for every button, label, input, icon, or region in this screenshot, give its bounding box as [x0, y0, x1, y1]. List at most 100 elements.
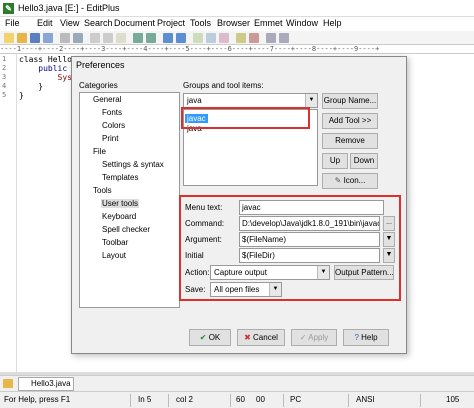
up-button[interactable]: Up	[322, 153, 348, 169]
argument-menu-button[interactable]: ▼	[383, 232, 395, 247]
preferences-dialog: Preferences Categories General Fonts Col…	[71, 56, 407, 354]
toolbar	[0, 31, 474, 45]
categories-tree[interactable]: General Fonts Colors Print File Settings…	[79, 92, 180, 308]
check-icon: ✔	[199, 333, 209, 342]
undo-icon[interactable]	[163, 33, 173, 43]
chevron-down-icon: ▼	[305, 94, 317, 107]
ok-button[interactable]: ✔ OK	[189, 329, 231, 346]
menu-search[interactable]: Search	[84, 18, 113, 28]
status-line: In 5	[138, 395, 152, 404]
tree-item-fonts[interactable]: Fonts	[102, 108, 122, 117]
group-select[interactable]: java ▼	[183, 93, 318, 108]
line-number: 2	[2, 64, 7, 72]
action-label: Action:	[185, 268, 210, 277]
chevron-down-icon: ▼	[317, 266, 329, 279]
tree-item-keyboard[interactable]: Keyboard	[102, 212, 136, 221]
redo-icon[interactable]	[176, 33, 186, 43]
help-button[interactable]: ? Help	[343, 329, 389, 346]
icon-button-label: Icon...	[343, 176, 366, 185]
menu-help[interactable]: Help	[323, 18, 342, 28]
line-number: 5	[2, 91, 7, 99]
tree-item-layout[interactable]: Layout	[102, 251, 126, 260]
browser-icon[interactable]	[236, 33, 246, 43]
status-line-ending: PC	[290, 395, 302, 404]
status-separator	[420, 394, 421, 407]
help-label: Help	[361, 333, 378, 342]
open-folder-icon[interactable]	[17, 33, 27, 43]
menu-text-field[interactable]: javac	[239, 200, 384, 215]
menu-window[interactable]: Window	[286, 18, 318, 28]
menu-project[interactable]: Project	[157, 18, 185, 28]
tree-item-user-tools[interactable]: User tools	[101, 199, 140, 208]
save-icon[interactable]	[30, 33, 40, 43]
title-bar: ✎ Hello3.java [E:] - EditPlus	[0, 0, 474, 17]
browse-command-button[interactable]: ...	[383, 216, 395, 231]
menu-view[interactable]: View	[60, 18, 79, 28]
line-number-icon[interactable]	[219, 33, 229, 43]
menu-file[interactable]: File	[5, 18, 20, 28]
settings-icon[interactable]	[266, 33, 276, 43]
menu-edit[interactable]: Edit	[37, 18, 53, 28]
tree-item-spell-checker[interactable]: Spell checker	[102, 225, 150, 234]
tree-item-toolbar[interactable]: Toolbar	[102, 238, 128, 247]
copy-icon[interactable]	[103, 33, 113, 43]
wordwrap-icon[interactable]	[193, 33, 203, 43]
apply-button[interactable]: ✓ Apply	[291, 329, 337, 346]
save-select-value: All open files	[214, 285, 260, 294]
ruler-icon[interactable]	[206, 33, 216, 43]
tree-item-templates[interactable]: Templates	[102, 173, 138, 182]
down-button[interactable]: Down	[350, 153, 378, 169]
remove-button[interactable]: Remove	[322, 133, 378, 149]
preview-icon[interactable]	[73, 33, 83, 43]
replace-icon[interactable]	[146, 33, 156, 43]
ruler: ----1----+----2----+----3----+----4----+…	[0, 45, 474, 54]
close-icon: ✖	[244, 333, 254, 342]
run-icon[interactable]	[249, 33, 259, 43]
paste-icon[interactable]	[116, 33, 126, 43]
add-tool-button[interactable]: Add Tool >>	[322, 113, 378, 129]
menu-emmet[interactable]: Emmet	[254, 18, 283, 28]
folder-icon[interactable]	[3, 379, 13, 388]
line-number: 3	[2, 73, 7, 81]
tree-item-general[interactable]: General	[93, 95, 121, 104]
tool-icon: ✎	[334, 176, 344, 185]
status-separator	[168, 394, 169, 407]
tree-item-tools[interactable]: Tools	[93, 186, 112, 195]
initial-menu-button[interactable]: ▼	[383, 248, 395, 263]
status-column: col 2	[176, 395, 193, 404]
find-icon[interactable]	[133, 33, 143, 43]
argument-field[interactable]: $(FileName)	[239, 232, 380, 247]
tree-item-print[interactable]: Print	[102, 134, 118, 143]
new-file-icon[interactable]	[4, 33, 14, 43]
print-icon[interactable]	[60, 33, 70, 43]
command-field[interactable]: D:\develop\Java\jdk1.8.0_191\bin\javac.e	[239, 216, 380, 231]
group-select-value: java	[187, 96, 202, 105]
document-tab[interactable]: Hello3.java	[18, 377, 74, 391]
document-tab-bar: Hello3.java	[0, 375, 474, 391]
code-line: }	[19, 82, 44, 91]
cut-icon[interactable]	[90, 33, 100, 43]
status-separator	[130, 394, 131, 407]
initial-directory-field[interactable]: $(FileDir)	[239, 248, 380, 263]
tree-item-settings-syntax[interactable]: Settings & syntax	[102, 160, 164, 169]
output-pattern-button[interactable]: Output Pattern...	[334, 265, 394, 280]
save-select[interactable]: All open files ▼	[210, 282, 282, 297]
tree-item-file[interactable]: File	[93, 147, 106, 156]
categories-label: Categories	[79, 81, 118, 90]
cancel-button[interactable]: ✖ Cancel	[237, 329, 285, 346]
menu-browser[interactable]: Browser	[217, 18, 250, 28]
save-all-icon[interactable]	[43, 33, 53, 43]
action-select[interactable]: Capture output ▼	[210, 265, 330, 280]
group-name-button[interactable]: Group Name...	[322, 93, 378, 109]
tool-icon[interactable]	[279, 33, 289, 43]
menu-document[interactable]: Document	[114, 18, 155, 28]
document-tab-label: Hello3.java	[31, 379, 71, 388]
icon-button[interactable]: ✎ Icon...	[322, 173, 378, 189]
tree-item-colors[interactable]: Colors	[102, 121, 125, 130]
status-separator	[230, 394, 231, 407]
status-help-text: For Help, press F1	[4, 395, 71, 404]
menu-bar: File Edit View Search Document Project T…	[0, 17, 474, 31]
menu-tools[interactable]: Tools	[190, 18, 211, 28]
ok-label: OK	[208, 333, 221, 342]
chevron-down-icon: ▼	[269, 283, 281, 296]
